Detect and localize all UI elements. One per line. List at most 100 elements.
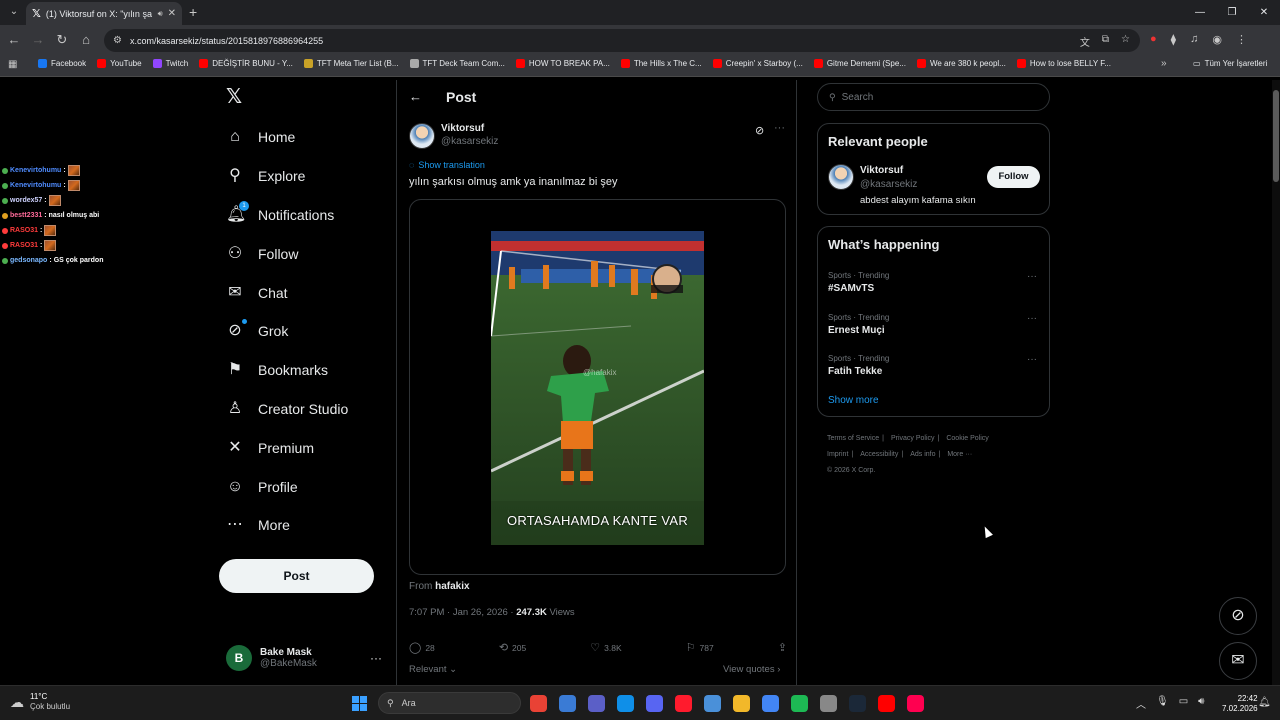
volume-icon[interactable]: 🔊︎ — [1198, 696, 1204, 711]
search-box[interactable]: ⚲ — [817, 83, 1050, 111]
window-close-icon[interactable]: ✕ — [1248, 0, 1280, 25]
page-scrollbar[interactable] — [1272, 80, 1280, 685]
bookmark-item[interactable]: TFT Deck Team Com... — [409, 59, 505, 68]
browser-tab-active[interactable]: 𝕏 (1) Viktorsuf on X: "yılın şa 🔊︎ ✕ — [26, 2, 182, 25]
post-button[interactable]: Post — [219, 559, 374, 593]
taskbar-app-icon[interactable] — [820, 695, 837, 712]
taskbar-app-icon[interactable] — [617, 695, 634, 712]
scrollbar-thumb[interactable] — [1273, 90, 1279, 182]
apps-grid-icon[interactable]: ▦ — [8, 59, 17, 70]
bookmark-button[interactable]: ⚐ 787 — [686, 641, 714, 654]
nav-item-bookmarks[interactable]: ⚑ Bookmarks — [222, 351, 348, 390]
view-quotes-link[interactable]: View quotes › — [723, 664, 780, 675]
post-author[interactable]: Viktorsuf @kasarsekiz — [409, 123, 498, 149]
record-extension-icon[interactable]: ● — [1150, 33, 1157, 46]
bookmarks-overflow-icon[interactable]: » — [1161, 58, 1167, 69]
nav-item-notifications[interactable]: 🔔︎ 1 Notifications — [222, 196, 348, 235]
new-tab-button[interactable]: + — [189, 4, 197, 20]
author-avatar[interactable] — [409, 123, 435, 149]
reply-sort-dropdown[interactable]: Relevant ⌄ — [409, 664, 457, 675]
footer-link[interactable]: Cookie Policy — [946, 435, 988, 442]
speaker-icon[interactable]: 🔊︎ — [158, 9, 163, 19]
relevant-person-handle[interactable]: @kasarsekiz — [860, 179, 917, 190]
reply-button[interactable]: ◯ 28 — [409, 641, 435, 654]
system-clock[interactable]: 22:42 7.02.2026 — [1222, 694, 1258, 714]
taskbar-app-icon[interactable] — [733, 695, 750, 712]
more-dots-icon[interactable]: ··· — [370, 651, 382, 665]
site-info-icon[interactable]: ⚙ — [113, 35, 122, 46]
trend-item[interactable]: Sports · Trending Fatih Tekke ··· — [828, 354, 1041, 384]
follow-button[interactable]: Follow — [987, 166, 1040, 188]
share-button[interactable]: ⇪ — [778, 641, 787, 654]
bookmark-item[interactable]: Creepin' x Starboy (... — [712, 59, 803, 68]
extensions-puzzle-icon[interactable]: ⧫ — [1171, 33, 1176, 46]
show-translation-link[interactable]: ◌ Show translation — [409, 160, 485, 170]
grok-float-button[interactable]: ⊘ — [1219, 597, 1257, 635]
nav-item-chat[interactable]: ✉ Chat — [222, 273, 348, 312]
browser-menu-icon[interactable]: ⋮ — [1236, 33, 1247, 46]
footer-link[interactable]: Ads info — [910, 451, 935, 458]
trend-item[interactable]: Sports · Trending #SAMvTS ··· — [828, 271, 1041, 301]
bookmark-item[interactable]: The Hills x The C... — [620, 59, 702, 68]
show-more-link[interactable]: Show more — [828, 395, 879, 406]
repost-button[interactable]: ⟲ 205 — [499, 641, 526, 654]
all-bookmarks-button[interactable]: ▭ Tüm Yer İşaretleri — [1193, 59, 1267, 68]
tray-overflow-icon[interactable]: ︿ — [1136, 696, 1146, 711]
back-arrow-icon[interactable]: ← — [6, 32, 22, 48]
footer-link[interactable]: Imprint — [827, 451, 848, 458]
footer-link[interactable]: Terms of Service — [827, 435, 879, 442]
grok-icon[interactable]: ⊘ — [755, 124, 764, 137]
home-browser-icon[interactable]: ⌂ — [78, 32, 94, 48]
more-dots-icon[interactable]: ··· — [1027, 271, 1037, 282]
more-dots-icon[interactable]: ··· — [1027, 354, 1037, 365]
taskbar-app-icon[interactable] — [878, 695, 895, 712]
x-logo-icon[interactable]: 𝕏 — [226, 87, 246, 107]
media-control-icon[interactable]: ♫ — [1190, 33, 1198, 46]
bookmark-item[interactable]: Gitme Dememi (Spe... — [813, 59, 906, 68]
start-button[interactable] — [352, 696, 367, 711]
taskbar-search[interactable]: ⚲ Ara — [378, 692, 521, 714]
nav-item-home[interactable]: ⌂ Home — [222, 118, 348, 157]
more-dots-icon[interactable]: ··· — [774, 122, 785, 134]
video-player[interactable]: @hafakix ORTASAHAMDA KANTE VAR — [491, 231, 704, 545]
bookmark-item[interactable]: TFT Meta Tier List (B... — [303, 59, 399, 68]
account-switcher[interactable]: B Bake Mask @BakeMask ··· — [226, 644, 386, 672]
nav-item-explore[interactable]: ⚲ Explore — [222, 157, 348, 196]
taskbar-app-icon[interactable] — [762, 695, 779, 712]
taskbar-app-icon[interactable] — [704, 695, 721, 712]
restore-icon[interactable]: ❐ — [1216, 0, 1248, 25]
bookmark-item[interactable]: DEĞİŞTİR BUNU - Y... — [199, 59, 293, 68]
like-button[interactable]: ♡ 3.8K — [590, 641, 621, 654]
bookmark-item[interactable]: How to lose BELLY F... — [1016, 59, 1111, 68]
nav-item-premium[interactable]: ✕ Premium — [222, 428, 348, 467]
bookmark-item[interactable]: We are 380 k peopl... — [916, 59, 1006, 68]
weather-widget[interactable]: ☁ 11°C Çok bulutlu — [10, 692, 70, 712]
bookmark-item[interactable]: HOW TO BREAK PA... — [515, 59, 610, 68]
taskbar-app-icon[interactable] — [849, 695, 866, 712]
taskbar-app-icon[interactable] — [907, 695, 924, 712]
trend-item[interactable]: Sports · Trending Ernest Muçi ··· — [828, 313, 1041, 343]
taskbar-app-icon[interactable] — [559, 695, 576, 712]
footer-link[interactable]: Privacy Policy — [891, 435, 935, 442]
taskbar-app-icon[interactable] — [530, 695, 547, 712]
relevant-person-avatar[interactable] — [828, 164, 854, 190]
nav-item-more[interactable]: ⋯ More — [222, 506, 348, 545]
messages-float-button[interactable]: ✉ — [1219, 642, 1257, 680]
network-icon[interactable]: ▭ — [1179, 696, 1188, 711]
more-dots-icon[interactable]: ··· — [1027, 313, 1037, 324]
minimize-icon[interactable]: — — [1184, 0, 1216, 25]
reload-icon[interactable]: ↻ — [54, 32, 70, 48]
taskbar-app-icon[interactable] — [675, 695, 692, 712]
profile-avatar-icon[interactable]: ◉ — [1212, 33, 1222, 46]
bookmark-item[interactable]: YouTube — [97, 59, 142, 68]
bookmark-item[interactable]: Twitch — [152, 59, 188, 68]
media-card[interactable]: @hafakix ORTASAHAMDA KANTE VAR — [409, 199, 786, 575]
tab-search-chevron-icon[interactable]: ⌄ — [6, 4, 22, 20]
post-timestamp[interactable]: 7:07 PM · Jan 26, 2026 · — [409, 607, 516, 618]
microphone-icon[interactable]: 🎙︎ — [1156, 696, 1169, 711]
nav-item-profile[interactable]: ☺ Profile — [222, 467, 348, 506]
nav-item-follow[interactable]: ⚇ Follow — [222, 234, 348, 273]
translate-icon[interactable]: 文 — [1080, 34, 1090, 49]
author-name[interactable]: Viktorsuf — [441, 123, 498, 135]
nav-item-creator-studio[interactable]: ♙ Creator Studio — [222, 390, 348, 429]
